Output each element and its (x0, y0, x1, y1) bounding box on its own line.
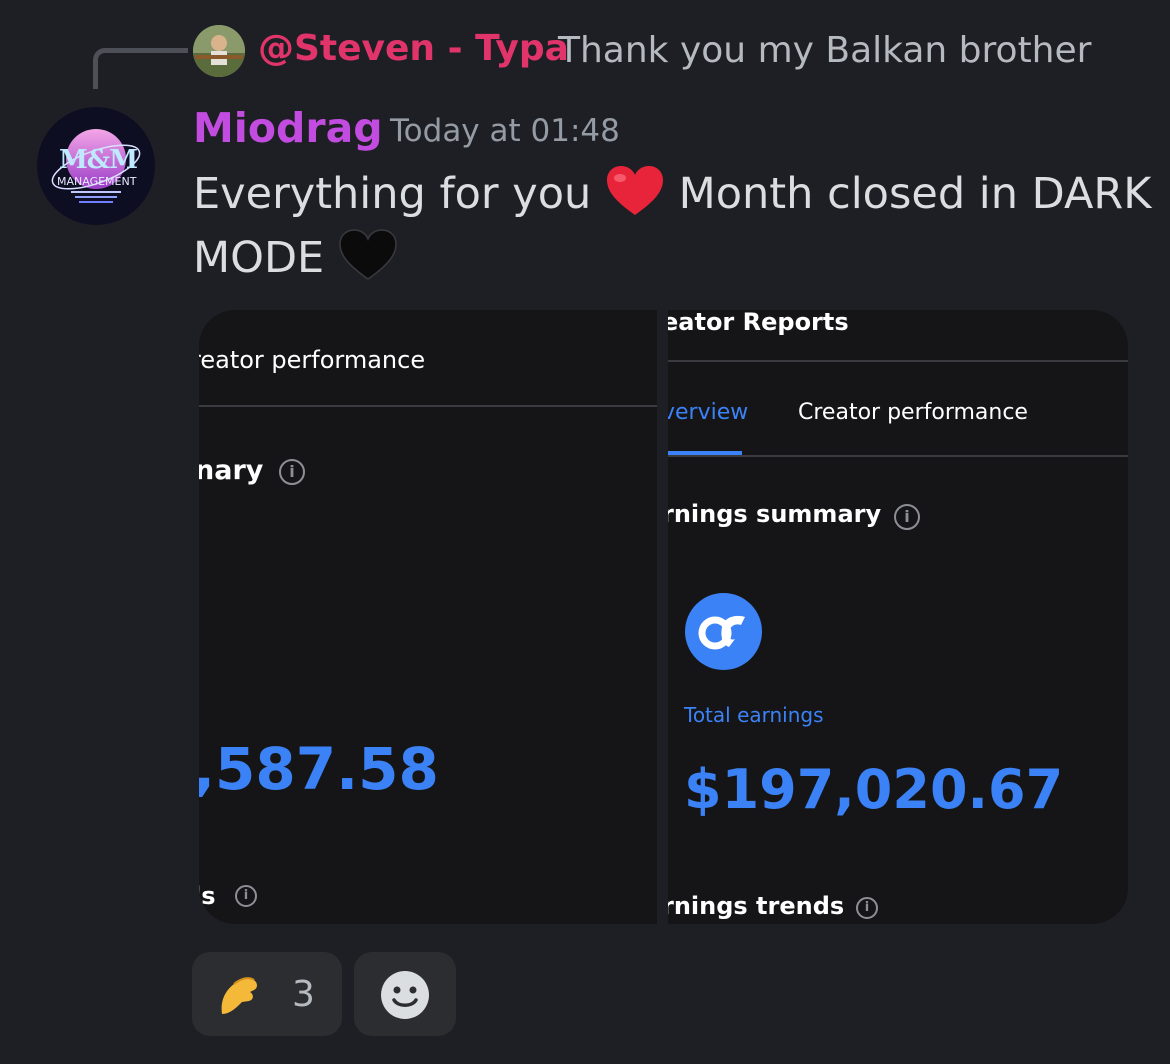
message-timestamp: Today at 01:48 (390, 113, 620, 149)
message-author[interactable]: Miodrag (193, 104, 383, 152)
img1-section-label: nary (199, 455, 264, 486)
message-text-part2: Month closed in DARK (678, 169, 1152, 219)
info-icon: i (894, 504, 920, 530)
message-content-line2: MODE (193, 229, 398, 292)
message-text-part1: Everything for you (193, 169, 592, 219)
attachment-image-2[interactable]: eator Reports verview Creator performanc… (668, 310, 1128, 924)
img1-amount: ,587.58 (199, 735, 439, 803)
avatar-logo-subtitle: MANAGEMENT (57, 175, 137, 188)
reaction-count: 3 (292, 974, 315, 1015)
author-avatar[interactable]: M&M MANAGEMENT (37, 107, 155, 225)
img1-bottom-label: ls (199, 882, 216, 910)
message-content-line1: Everything for you Month closed in DARK (193, 165, 1152, 228)
img2-title: eator Reports (668, 310, 849, 336)
add-reaction-button[interactable] (354, 952, 456, 1036)
img2-divider-top (668, 360, 1128, 362)
tab-overview[interactable]: verview (668, 400, 748, 425)
reply-connector (93, 48, 188, 89)
reply-avatar[interactable] (193, 25, 245, 77)
avatar-logo-mark: M&M (59, 145, 138, 175)
reply-text[interactable]: Thank you my Balkan brother (558, 30, 1091, 71)
info-icon: i (279, 459, 305, 485)
message-text-part3: MODE (193, 233, 325, 283)
tab-creator-performance[interactable]: Creator performance (798, 400, 1028, 425)
img2-section-title: rnings summary (668, 500, 882, 528)
img2-bottom-title: rnings trends (668, 892, 845, 920)
reaction-pinched-fingers[interactable]: 3 (192, 952, 342, 1036)
pinched-fingers-icon (216, 970, 266, 1022)
black-heart-icon (338, 229, 398, 292)
info-icon: i (856, 897, 878, 919)
smiley-face-icon (379, 969, 431, 1025)
img1-tab-label: reator performance (199, 346, 426, 374)
total-earnings-label: Total earnings (684, 703, 824, 727)
img2-divider-tabs (668, 455, 1128, 457)
onlyfans-logo-icon (685, 593, 762, 670)
attachment-image-1[interactable]: reator performance nary i ,587.58 ls i (199, 310, 657, 924)
reply-author[interactable]: @Steven - Typa (258, 28, 569, 69)
red-heart-icon (605, 165, 665, 228)
total-earnings-amount: $197,020.67 (684, 758, 1064, 821)
img1-divider (199, 405, 657, 407)
info-icon: i (235, 885, 257, 907)
